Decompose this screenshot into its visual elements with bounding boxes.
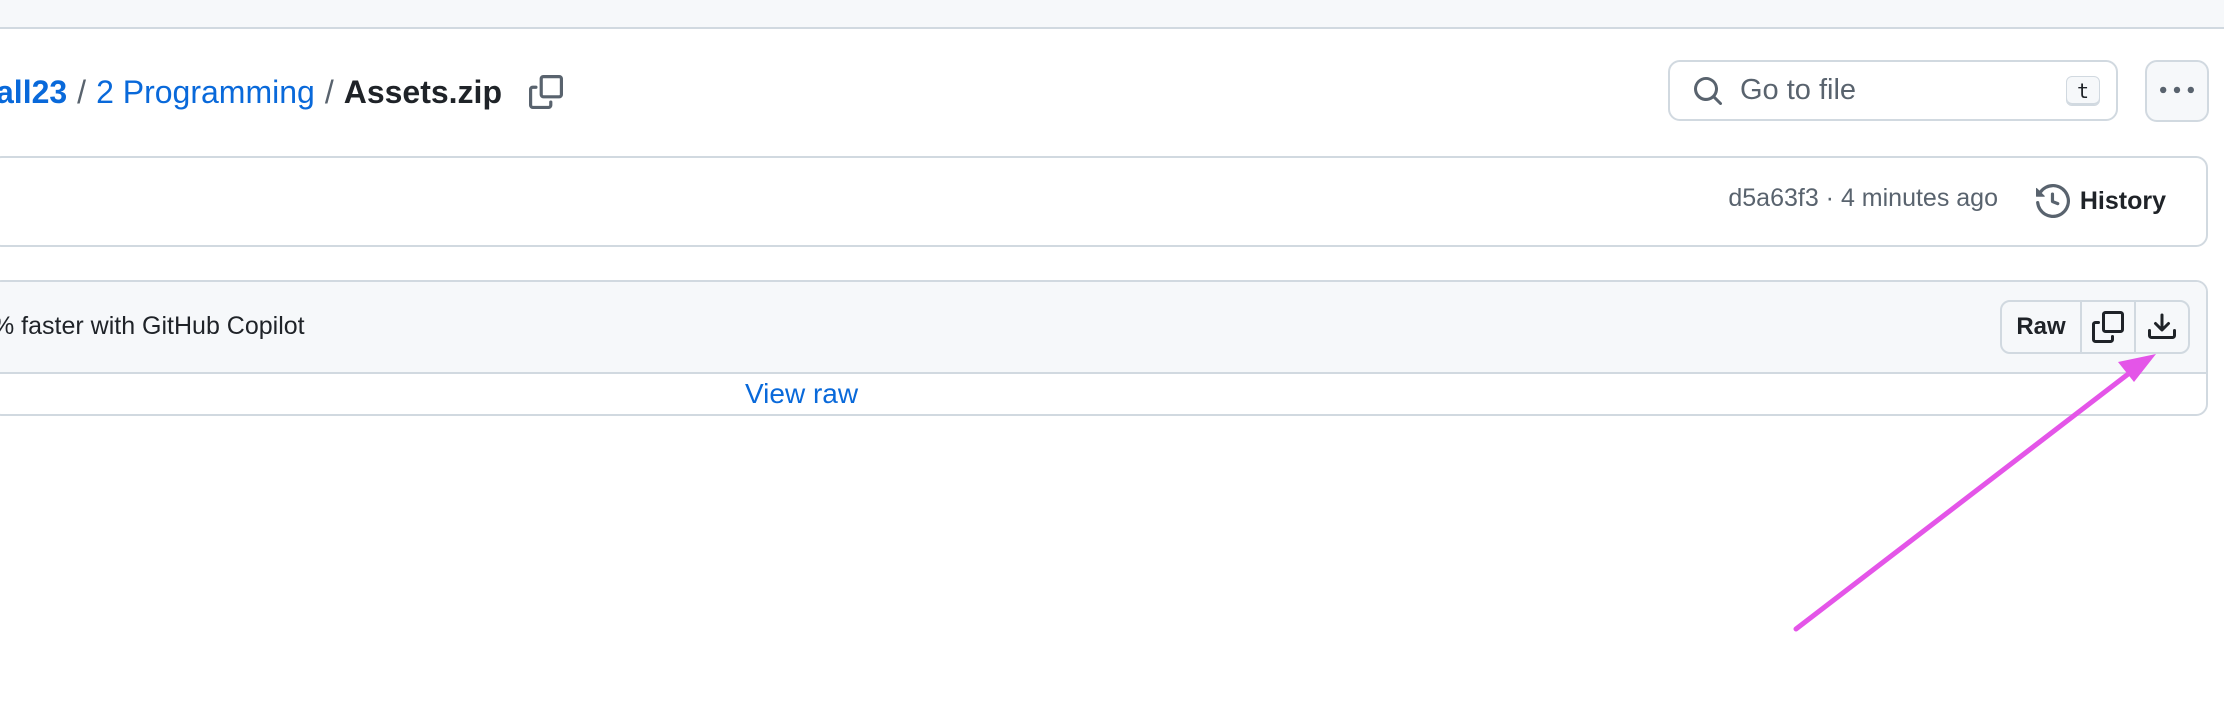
history-icon — [2035, 184, 2070, 218]
more-options-button[interactable] — [2145, 60, 2209, 122]
file-header: % faster with GitHub Copilot Raw — [0, 282, 2206, 374]
go-to-file-input[interactable] — [1740, 74, 2060, 107]
copy-raw-button[interactable] — [2082, 302, 2136, 352]
commit-meta[interactable]: d5a63f3 · 4 minutes ago — [1728, 184, 1998, 213]
breadcrumb-folder-link[interactable]: 2 Programming — [96, 72, 315, 112]
copilot-promo-text: % faster with GitHub Copilot — [0, 312, 305, 340]
breadcrumb-current-file: Assets.zip — [343, 74, 502, 110]
breadcrumb-separator: / — [77, 74, 87, 110]
copy-icon — [528, 75, 563, 109]
file-viewer: % faster with GitHub Copilot Raw View ra… — [0, 280, 2208, 416]
breadcrumb-repo-link[interactable]: all23 — [0, 72, 67, 112]
history-button[interactable]: History — [2035, 178, 2166, 224]
latest-commit-bar: d5a63f3 · 4 minutes ago History — [0, 156, 2208, 247]
top-band — [0, 0, 2224, 29]
go-to-file-search[interactable]: t — [1668, 60, 2118, 121]
kebab-icon — [2160, 86, 2194, 94]
view-raw-link[interactable]: View raw — [745, 378, 858, 410]
breadcrumb: all23 / 2 Programming / Assets.zip — [0, 66, 566, 118]
raw-button[interactable]: Raw — [2002, 302, 2082, 352]
breadcrumb-separator: / — [324, 74, 334, 110]
search-icon — [1694, 76, 1723, 105]
download-icon — [2148, 313, 2176, 339]
search-shortcut-key: t — [2066, 76, 2100, 106]
file-actions-group: Raw — [2000, 300, 2190, 354]
copy-icon — [2092, 311, 2124, 343]
copy-path-button[interactable] — [526, 72, 566, 112]
page: all23 / 2 Programming / Assets.zip t d5a… — [0, 0, 2224, 710]
download-raw-button[interactable] — [2136, 302, 2188, 352]
history-label: History — [2079, 186, 2166, 215]
